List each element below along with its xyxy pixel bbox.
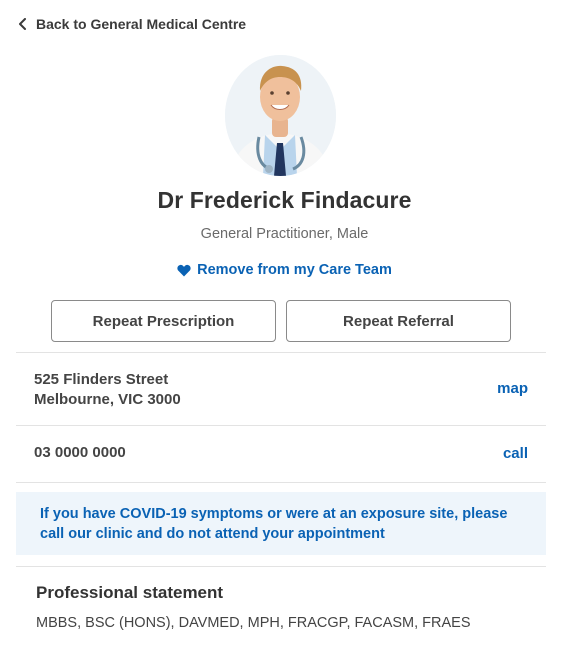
professional-statement-heading: Professional statement [36,583,224,602]
divider [16,352,546,353]
doctor-role: General Practitioner, Male [200,226,369,242]
doctor-profile-page: Back to General Medical Centre Dr Freder… [0,0,569,649]
remove-care-team-label: Remove from my Care Team [197,262,392,278]
back-link-label: Back to General Medical Centre [36,16,247,32]
chevron-left-icon [19,18,26,30]
covid-notice-text: If you have COVID-19 symptoms or were at… [40,506,508,542]
divider [16,482,546,483]
divider [16,425,546,426]
map-link[interactable]: map [497,380,528,397]
doctor-avatar [225,55,336,176]
doctor-name: Dr Frederick Findacure [157,187,412,213]
address-line-2: Melbourne, VIC 3000 [34,391,181,408]
repeat-prescription-button[interactable]: Repeat Prescription [51,300,276,342]
clinic-address: 525 Flinders Street Melbourne, VIC 3000 [34,370,181,410]
clinic-phone: 03 0000 0000 [34,444,126,461]
heart-icon [177,264,191,276]
doctor-photo-icon [225,55,336,176]
back-link[interactable]: Back to General Medical Centre [18,14,246,34]
professional-statement-body: MBBS, BSC (HONS), DAVMED, MPH, FRACGP, F… [36,615,471,631]
remove-care-team-link[interactable]: Remove from my Care Team [0,262,569,278]
repeat-referral-button[interactable]: Repeat Referral [286,300,511,342]
divider [16,566,546,567]
call-link[interactable]: call [503,445,528,462]
address-line-1: 525 Flinders Street [34,371,169,388]
covid-notice: If you have COVID-19 symptoms or were at… [16,492,546,555]
